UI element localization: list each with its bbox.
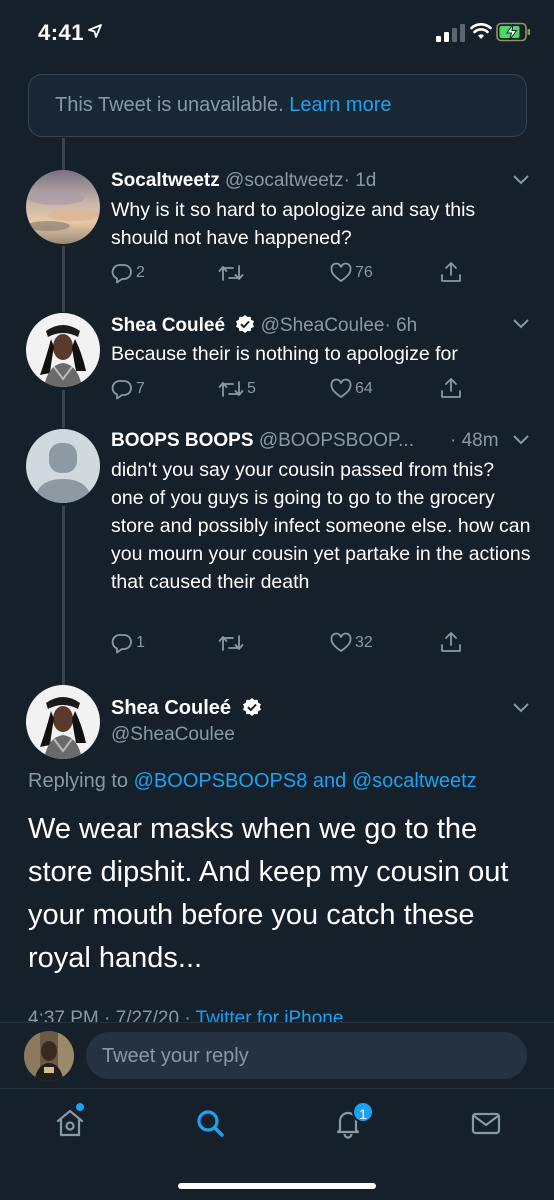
unavailable-tweet-notice: This Tweet is unavailable. Learn more xyxy=(28,74,527,137)
mention-link[interactable]: @socaltweetz xyxy=(352,770,477,792)
tweet-author-handle[interactable]: @SheaCoulee xyxy=(261,315,385,336)
reply-icon xyxy=(111,634,132,654)
like-count: 76 xyxy=(355,264,373,281)
reply-placeholder: Tweet your reply xyxy=(102,1045,249,1067)
tweet-author-name[interactable]: Socaltweetz xyxy=(111,170,220,191)
verified-badge-icon xyxy=(242,698,261,716)
like-button[interactable]: 76 xyxy=(330,262,373,284)
verified-badge-icon xyxy=(236,315,255,333)
cellular-signal-icon xyxy=(436,24,465,42)
reply-button[interactable]: 2 xyxy=(111,262,145,284)
status-time: 4:41 xyxy=(38,20,85,45)
chevron-down-icon[interactable] xyxy=(512,434,530,446)
avatar[interactable] xyxy=(26,313,100,387)
battery-charging-icon xyxy=(496,22,530,42)
like-button[interactable]: 32 xyxy=(330,632,373,654)
share-icon xyxy=(441,632,461,652)
replying-and[interactable]: and xyxy=(313,770,346,792)
tweet-author-handle[interactable]: @socaltweetz xyxy=(225,170,344,191)
learn-more-link[interactable]: Learn more xyxy=(289,94,391,116)
tweet-source-link[interactable]: Twitter for iPhone xyxy=(196,1010,344,1022)
tweet-text: Why is it so hard to apologize and say t… xyxy=(111,199,476,249)
share-icon xyxy=(441,262,461,282)
tweet-time: · 1d xyxy=(343,170,377,191)
avatar[interactable] xyxy=(26,170,100,244)
reply-button[interactable]: 7 xyxy=(111,378,145,400)
retweet-button[interactable] xyxy=(218,262,247,284)
home-icon xyxy=(56,1109,84,1137)
chevron-down-icon[interactable] xyxy=(512,174,530,186)
retweet-button[interactable] xyxy=(218,632,247,654)
main-tweet-text: We wear masks when we go to the store di… xyxy=(28,813,509,974)
reply-input[interactable]: Tweet your reply xyxy=(86,1032,527,1079)
reply-button[interactable]: 1 xyxy=(111,632,145,654)
search-icon xyxy=(197,1110,224,1137)
like-count: 32 xyxy=(355,634,373,651)
reply-composer-bar: Tweet your reply xyxy=(0,1022,554,1088)
thread-line xyxy=(62,390,65,428)
heart-icon xyxy=(330,632,352,653)
tweet-text: didn't you say your cousin passed from t… xyxy=(111,459,531,593)
reply-icon xyxy=(111,264,132,284)
mention-link[interactable]: @BOOPSBOOPS8 xyxy=(134,770,308,792)
thread-line xyxy=(62,138,65,170)
unavailable-text: This Tweet is unavailable. xyxy=(55,94,284,116)
share-icon xyxy=(441,378,461,398)
location-arrow-icon xyxy=(88,24,102,38)
retweet-icon xyxy=(218,381,244,397)
share-button[interactable] xyxy=(440,261,462,283)
tweet-time: · 6h xyxy=(384,315,418,336)
heart-icon xyxy=(330,262,352,283)
like-button[interactable]: 64 xyxy=(330,378,373,400)
avatar[interactable] xyxy=(26,685,100,759)
default-avatar[interactable] xyxy=(26,429,100,503)
reply-count: 1 xyxy=(136,634,145,651)
reply-count: 7 xyxy=(136,380,145,397)
retweet-count: 5 xyxy=(247,380,256,397)
tab-notifications[interactable]: 1 xyxy=(332,1101,374,1144)
thread-line xyxy=(62,506,65,686)
tweet-author-handle[interactable]: @BOOPSBOOP... xyxy=(259,430,414,451)
tab-home[interactable] xyxy=(54,1103,86,1144)
retweet-icon xyxy=(218,635,244,651)
chevron-down-icon[interactable] xyxy=(512,702,530,714)
thread-line xyxy=(62,246,65,312)
tweet-text: Because their is nothing to apologize fo… xyxy=(111,343,458,365)
like-count: 64 xyxy=(355,380,373,397)
reply-count: 2 xyxy=(136,264,145,281)
status-bar: 4:41 xyxy=(0,0,554,66)
user-avatar[interactable] xyxy=(24,1031,74,1081)
main-tweet-author-name[interactable]: Shea Couleé xyxy=(111,697,231,719)
tweet-time: · 48m xyxy=(450,430,499,451)
mail-icon xyxy=(471,1112,501,1135)
retweet-button[interactable]: 5 xyxy=(218,378,256,400)
tab-search[interactable] xyxy=(194,1107,226,1144)
home-new-dot xyxy=(76,1103,84,1111)
heart-icon xyxy=(330,378,352,399)
replying-to-line: Replying to @BOOPSBOOPS8 and @socaltweet… xyxy=(28,770,477,793)
main-tweet-author-handle[interactable]: @SheaCoulee xyxy=(111,724,235,746)
tweet-author-name[interactable]: Shea Couleé xyxy=(111,315,225,336)
share-button[interactable] xyxy=(440,377,462,399)
reply-icon xyxy=(111,380,132,400)
chevron-down-icon[interactable] xyxy=(512,318,530,330)
wifi-icon xyxy=(470,23,492,39)
notifications-badge: 1 xyxy=(352,1101,374,1123)
tab-messages[interactable] xyxy=(470,1107,502,1144)
tweet-timestamp: 4:37 PM · 7/27/20 · xyxy=(28,1010,191,1022)
home-indicator[interactable] xyxy=(178,1183,376,1189)
share-button[interactable] xyxy=(440,631,462,653)
replying-to-label: Replying to xyxy=(28,770,129,792)
tweet-meta: 4:37 PM · 7/27/20 · Twitter for iPhone xyxy=(28,1010,343,1022)
retweet-icon xyxy=(218,265,244,281)
tweet-author-name[interactable]: BOOPS BOOPS xyxy=(111,430,254,451)
